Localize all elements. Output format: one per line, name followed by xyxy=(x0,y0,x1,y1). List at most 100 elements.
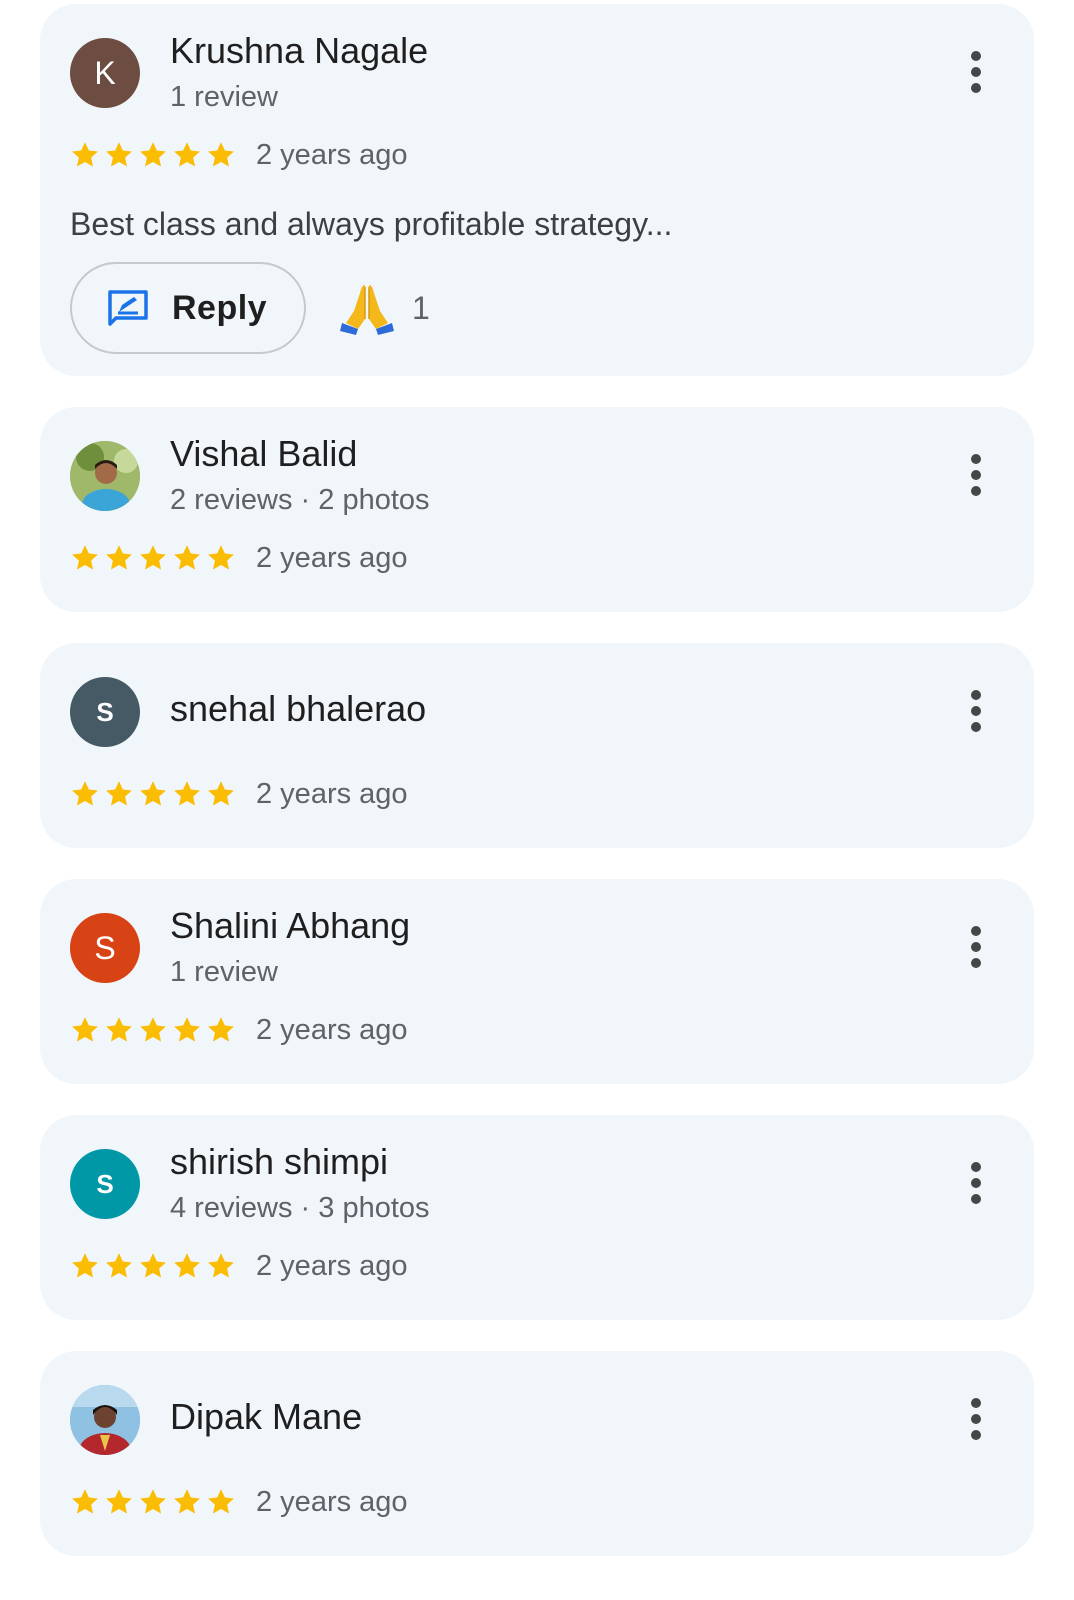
review-card: Vishal Balid 2 reviews · 2 photos 2 year… xyxy=(40,407,1034,612)
star-icon xyxy=(140,1017,166,1042)
star-icon xyxy=(106,781,132,806)
reviewer-name[interactable]: Krushna Nagale xyxy=(170,30,428,72)
star-rating: 2 years ago xyxy=(70,1246,408,1286)
avatar[interactable]: S xyxy=(70,1149,140,1219)
reply-button[interactable]: Reply xyxy=(70,262,306,354)
profile-photo xyxy=(70,1385,140,1455)
more-vert-icon xyxy=(971,454,981,464)
more-vert-icon-dot xyxy=(971,1194,981,1204)
folded-hands-icon xyxy=(340,285,394,335)
star-icon xyxy=(140,1489,166,1514)
more-options-button[interactable] xyxy=(956,1389,996,1449)
stars xyxy=(70,1015,236,1045)
avatar[interactable] xyxy=(70,441,140,511)
reviewer-meta: 4 reviews · 3 photos xyxy=(170,1192,430,1224)
stars xyxy=(70,1487,236,1517)
profile-photo xyxy=(70,441,140,511)
star-icon xyxy=(140,781,166,806)
reply-label: Reply xyxy=(172,288,268,327)
avatar[interactable]: S xyxy=(70,677,140,747)
star-icon xyxy=(174,781,200,806)
star-icon xyxy=(208,781,234,806)
star-icon xyxy=(72,781,98,806)
star-icon xyxy=(174,1489,200,1514)
star-icon xyxy=(174,1253,200,1278)
reviewer-meta: 1 review xyxy=(170,81,278,113)
star-icon xyxy=(72,1017,98,1042)
stars xyxy=(70,140,236,170)
star-rating: 2 years ago xyxy=(70,538,408,578)
review-time: 2 years ago xyxy=(256,1485,408,1518)
review-card: Dipak Mane 2 years ago xyxy=(40,1351,1034,1556)
reviewer-name[interactable]: Dipak Mane xyxy=(170,1396,362,1438)
star-rating: 2 years ago xyxy=(70,135,408,175)
more-vert-icon xyxy=(971,1398,981,1408)
more-vert-icon-dot xyxy=(971,958,981,968)
star-icon xyxy=(208,1253,234,1278)
star-icon xyxy=(72,545,98,570)
more-vert-icon xyxy=(971,690,981,700)
more-options-button[interactable] xyxy=(956,1153,996,1213)
review-time: 2 years ago xyxy=(256,541,408,574)
star-icon xyxy=(174,1017,200,1042)
avatar[interactable] xyxy=(70,1385,140,1455)
more-vert-icon xyxy=(971,51,981,61)
stars xyxy=(70,779,236,809)
reviewer-name[interactable]: snehal bhalerao xyxy=(170,688,426,730)
more-options-button[interactable] xyxy=(956,681,996,741)
avatar[interactable]: S xyxy=(70,913,140,983)
reviewer-name[interactable]: Vishal Balid xyxy=(170,433,357,475)
star-icon xyxy=(72,1253,98,1278)
reviewer-name[interactable]: Shalini Abhang xyxy=(170,905,410,947)
avatar-letter: S xyxy=(96,696,114,727)
stars xyxy=(70,543,236,573)
reviewer-meta: 2 reviews · 2 photos xyxy=(170,484,430,516)
star-icon xyxy=(174,545,200,570)
reaction[interactable]: 1 xyxy=(338,262,430,354)
avatar-letter: S xyxy=(94,929,116,966)
review-card: K Krushna Nagale 1 review 2 years ago Be… xyxy=(40,4,1034,376)
more-vert-icon-dot xyxy=(971,1414,981,1424)
star-icon xyxy=(208,1489,234,1514)
star-rating: 2 years ago xyxy=(70,774,408,814)
more-options-button[interactable] xyxy=(956,445,996,505)
star-icon xyxy=(72,1489,98,1514)
more-vert-icon-dot xyxy=(971,470,981,480)
stars xyxy=(70,1251,236,1281)
star-icon xyxy=(106,545,132,570)
review-text[interactable]: Best class and always profitable strateg… xyxy=(70,204,672,244)
more-options-button[interactable] xyxy=(956,42,996,102)
review-card: S shirish shimpi 4 reviews · 3 photos 2 … xyxy=(40,1115,1034,1320)
review-time: 2 years ago xyxy=(256,1013,408,1046)
more-vert-icon-dot xyxy=(971,486,981,496)
star-icon xyxy=(140,545,166,570)
star-icon xyxy=(106,1253,132,1278)
star-icon xyxy=(72,142,98,167)
more-vert-icon-dot xyxy=(971,1430,981,1440)
more-options-button[interactable] xyxy=(956,917,996,977)
review-time: 2 years ago xyxy=(256,1249,408,1282)
more-vert-icon-dot xyxy=(971,1178,981,1188)
star-icon xyxy=(106,1017,132,1042)
more-vert-icon-dot xyxy=(971,942,981,952)
star-rating: 2 years ago xyxy=(70,1010,408,1050)
star-icon xyxy=(140,142,166,167)
reviewer-name[interactable]: shirish shimpi xyxy=(170,1141,388,1183)
review-time: 2 years ago xyxy=(256,138,408,171)
star-icon xyxy=(208,545,234,570)
more-vert-icon-dot xyxy=(971,706,981,716)
reaction-count: 1 xyxy=(412,289,430,326)
more-vert-icon xyxy=(971,926,981,936)
star-icon xyxy=(174,142,200,167)
more-vert-icon-dot xyxy=(971,722,981,732)
avatar-letter: S xyxy=(96,1168,114,1199)
star-icon xyxy=(208,1017,234,1042)
review-time: 2 years ago xyxy=(256,777,408,810)
star-rating: 2 years ago xyxy=(70,1482,408,1522)
reply-icon xyxy=(108,290,148,326)
star-icon xyxy=(140,1253,166,1278)
avatar[interactable]: K xyxy=(70,38,140,108)
more-vert-icon-dot xyxy=(971,83,981,93)
avatar-letter: K xyxy=(94,54,116,91)
star-icon xyxy=(106,142,132,167)
